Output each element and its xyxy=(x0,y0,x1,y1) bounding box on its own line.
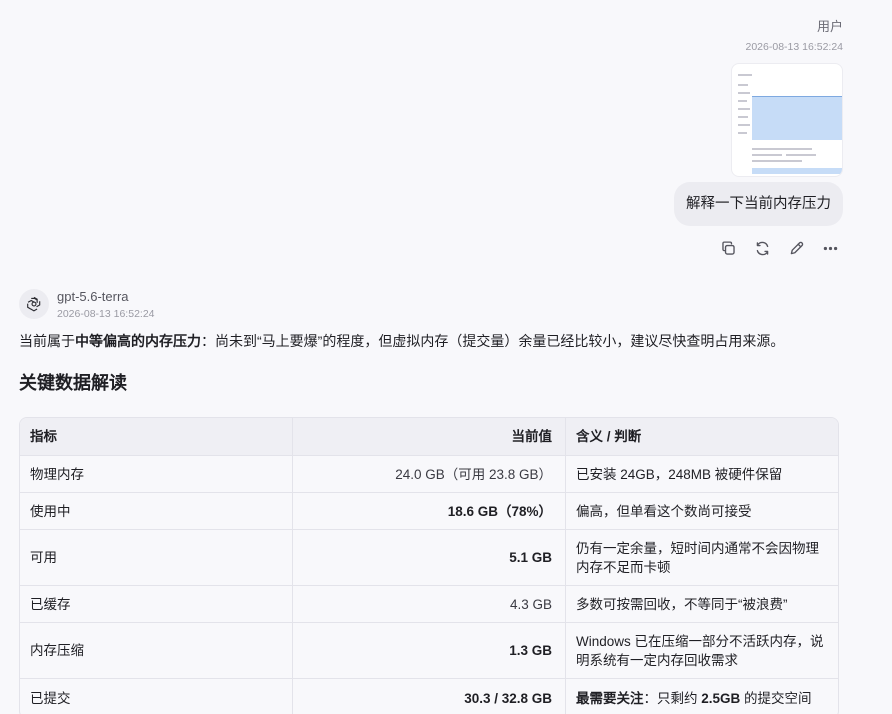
summary-prefix: 当前属于 xyxy=(19,333,75,349)
metric-cell: 内存压缩 xyxy=(20,623,293,678)
assistant-name: gpt-5.6-terra xyxy=(57,289,129,304)
meaning-cell: 偏高，但单看这个数尚可接受 xyxy=(576,503,752,519)
message-actions xyxy=(718,238,840,258)
value-cell: 4.3 GB xyxy=(293,586,566,622)
metric-cell: 物理内存 xyxy=(20,456,293,492)
metric-cell: 可用 xyxy=(20,530,293,585)
meaning-cell: 最需要关注：只剩约 2.5GB 的提交空间 xyxy=(566,679,838,714)
edit-button[interactable] xyxy=(786,238,806,258)
user-message-header: 用户 2026-08-13 16:52:24 xyxy=(423,18,844,54)
metric-cell: 已缓存 xyxy=(20,586,293,622)
meaning-text-end: 的提交空间 xyxy=(740,691,812,706)
more-button[interactable] xyxy=(820,238,840,258)
column-header-metric: 指标 xyxy=(20,418,293,455)
assistant-avatar xyxy=(19,289,49,319)
memory-data-table: 指标 当前值 含义 / 判断 物理内存 24.0 GB（可用 23.8 GB） … xyxy=(19,417,839,714)
table-row: 使用中 18.6 GB（78%） 偏高，但单看这个数尚可接受 xyxy=(20,492,838,529)
value-cell: 24.0 GB（可用 23.8 GB） xyxy=(293,456,566,492)
copy-button[interactable] xyxy=(718,238,738,258)
meaning-cell: Windows 已在压缩一部分不活跃内存，说明系统有一定内存回收需求 xyxy=(576,633,824,668)
column-header-meaning: 含义 / 判断 xyxy=(576,429,642,444)
meaning-emphasis-value: 2.5GB xyxy=(701,691,741,706)
value-cell: 18.6 GB（78%） xyxy=(293,493,566,529)
user-message-bubble: 解释一下当前内存压力 xyxy=(674,182,843,226)
attached-screenshot-thumbnail[interactable] xyxy=(731,63,843,177)
more-icon xyxy=(823,246,837,250)
value-cell: 30.3 / 32.8 GB xyxy=(293,679,566,714)
user-name: 用户 xyxy=(816,19,843,34)
table-row: 内存压缩 1.3 GB Windows 已在压缩一部分不活跃内存，说明系统有一定… xyxy=(20,622,838,678)
assistant-timestamp: 2026-08-13 16:52:24 xyxy=(57,308,155,320)
column-header-value: 当前值 xyxy=(293,418,566,455)
openai-logo-icon xyxy=(27,296,41,312)
user-timestamp: 2026-08-13 16:52:24 xyxy=(745,41,844,53)
edit-icon xyxy=(790,241,803,254)
value-cell: 1.3 GB xyxy=(293,623,566,678)
summary-emphasis: 中等偏高的内存压力 xyxy=(75,333,201,349)
table-header-row: 指标 当前值 含义 / 判断 xyxy=(20,418,838,455)
table-row: 可用 5.1 GB 仍有一定余量，短时间内通常不会因物理内存不足而卡顿 xyxy=(20,529,838,585)
section-heading: 关键数据解读 xyxy=(19,373,127,393)
meaning-text: ：只剩约 xyxy=(643,691,702,706)
meaning-emphasis: 最需要关注 xyxy=(576,691,644,706)
regenerate-button[interactable] xyxy=(752,238,772,258)
copy-icon xyxy=(721,240,735,255)
metric-cell: 使用中 xyxy=(20,493,293,529)
meaning-cell: 多数可按需回收，不等同于“被浪费” xyxy=(576,596,788,612)
table-row: 已缓存 4.3 GB 多数可按需回收，不等同于“被浪费” xyxy=(20,585,838,622)
table-row: 物理内存 24.0 GB（可用 23.8 GB） 已安装 24GB，248MB … xyxy=(20,455,838,492)
meaning-cell: 仍有一定余量，短时间内通常不会因物理内存不足而卡顿 xyxy=(576,540,819,575)
meaning-cell: 已安装 24GB，248MB 被硬件保留 xyxy=(576,466,783,482)
metric-cell: 已提交 xyxy=(20,679,293,714)
value-cell: 5.1 GB xyxy=(293,530,566,585)
regenerate-icon xyxy=(756,241,768,255)
table-row: 已提交 30.3 / 32.8 GB 最需要关注：只剩约 2.5GB 的提交空间 xyxy=(20,678,838,714)
summary-text: ：尚未到“马上要爆”的程度，但虚拟内存（提交量）余量已经比较小，建议尽快查明占用… xyxy=(201,333,785,349)
assistant-summary: 当前属于中等偏高的内存压力：尚未到“马上要爆”的程度，但虚拟内存（提交量）余量已… xyxy=(19,331,784,351)
